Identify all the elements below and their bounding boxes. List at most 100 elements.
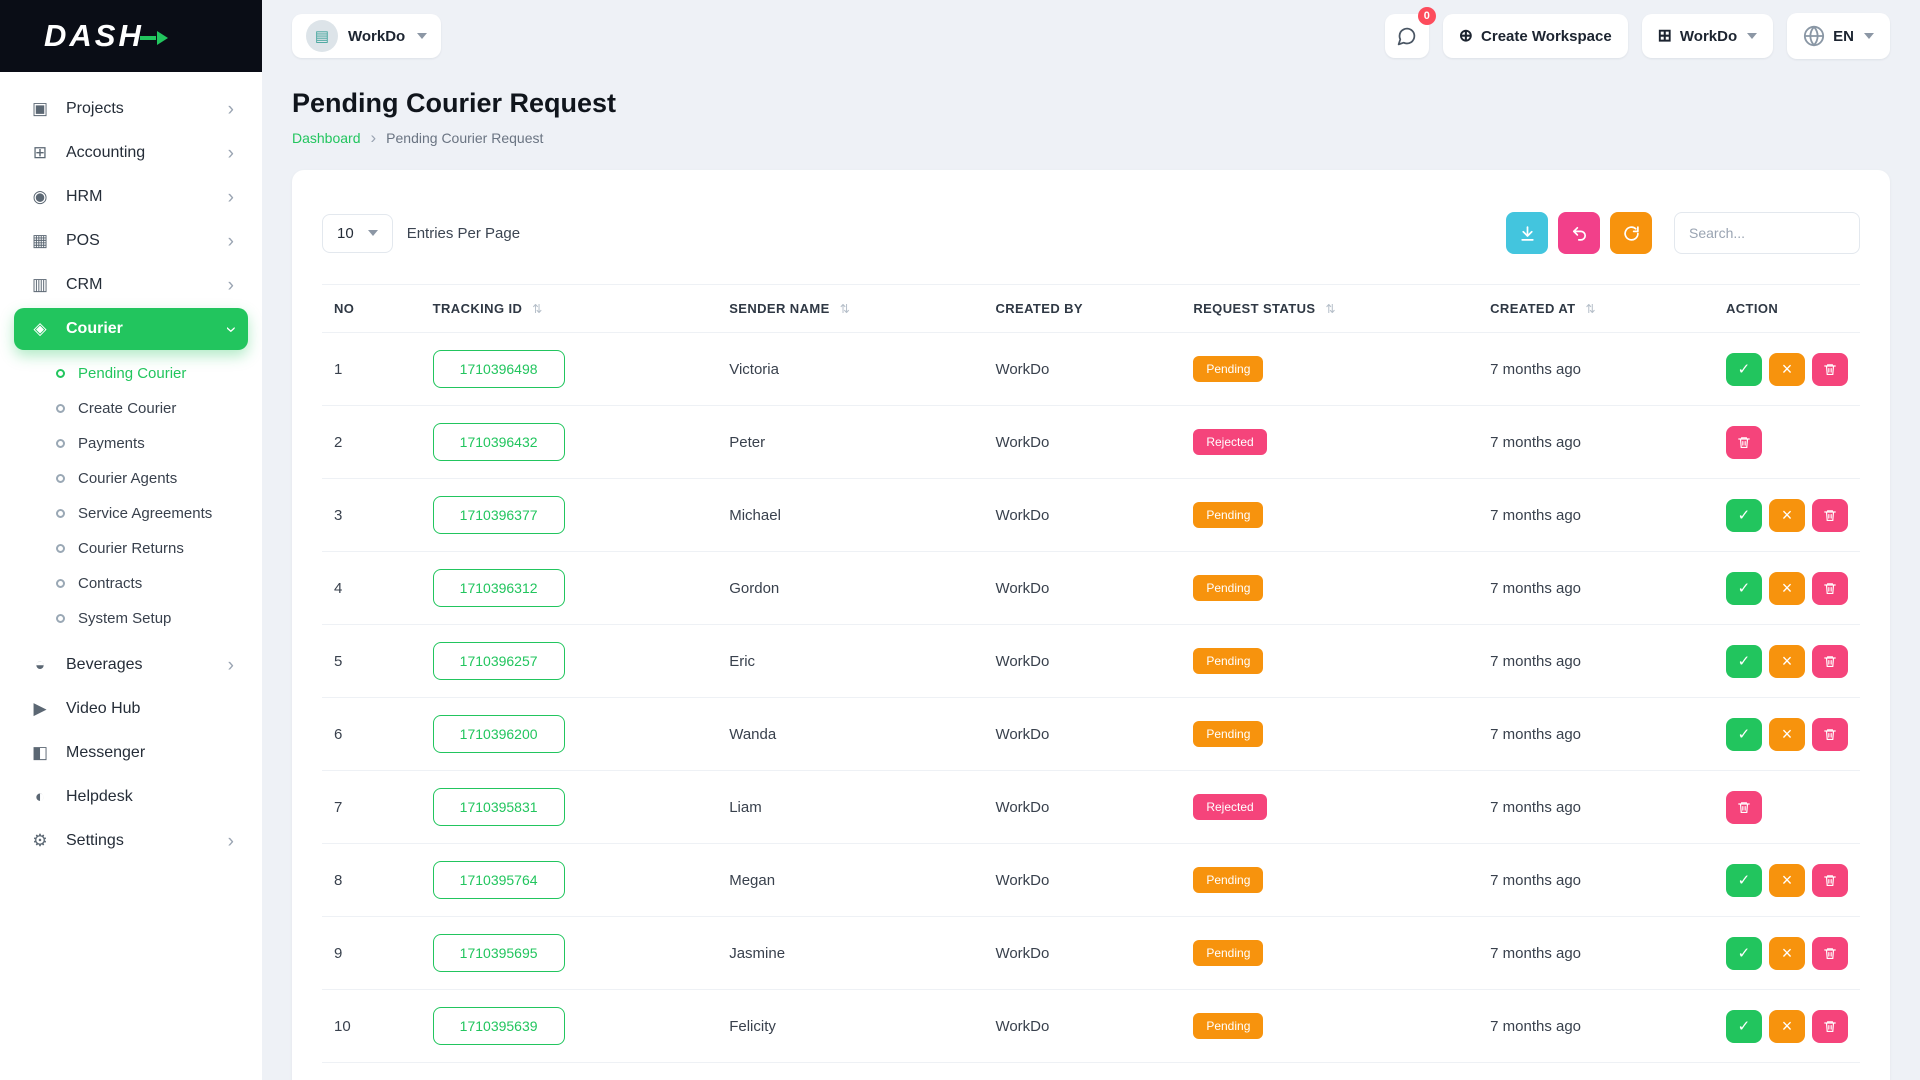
sidebar-subitem-pending-courier[interactable]: Pending Courier	[48, 356, 248, 391]
logo[interactable]: DASH	[0, 0, 262, 72]
status-badge: Rejected	[1193, 794, 1266, 820]
main-area: ▤ WorkDo 0 ⊕ Create Workspace ⊞ Work	[262, 0, 1920, 1080]
x-icon: ×	[1782, 870, 1793, 891]
created-at: 7 months ago	[1478, 990, 1714, 1063]
table-body: 1 1710396498 Victoria WorkDo Pending 7 m…	[322, 333, 1860, 1063]
delete-button[interactable]	[1812, 937, 1848, 970]
delete-button[interactable]	[1726, 791, 1762, 824]
sidebar-item-settings[interactable]: ⚙ Settings ›	[14, 820, 248, 862]
sidebar-item-helpdesk[interactable]: ◐ Helpdesk	[14, 776, 248, 818]
search-input[interactable]	[1674, 212, 1860, 254]
approve-button[interactable]: ✓	[1726, 718, 1762, 751]
subitem-label: Service Agreements	[78, 505, 212, 522]
approve-button[interactable]: ✓	[1726, 864, 1762, 897]
create-workspace-button[interactable]: ⊕ Create Workspace	[1443, 14, 1628, 58]
column-header-request-status[interactable]: REQUEST STATUS⇅	[1181, 285, 1478, 333]
approve-button[interactable]: ✓	[1726, 937, 1762, 970]
tracking-id-button[interactable]: 1710396377	[433, 496, 565, 534]
reject-button[interactable]: ×	[1769, 353, 1805, 386]
sidebar-item-pos[interactable]: ▦ POS ›	[14, 220, 248, 262]
sidebar-item-hrm[interactable]: ◉ HRM ›	[14, 176, 248, 218]
sidebar-item-video-hub[interactable]: ▶ Video Hub	[14, 688, 248, 730]
reject-button[interactable]: ×	[1769, 718, 1805, 751]
sort-icon[interactable]: ⇅	[532, 302, 542, 316]
messenger-icon: ◧	[28, 743, 52, 763]
chat-badge: 0	[1418, 7, 1436, 25]
sort-icon[interactable]: ⇅	[840, 302, 850, 316]
projects-icon: ▣	[28, 99, 52, 119]
sidebar-subitem-service-agreements[interactable]: Service Agreements	[48, 496, 248, 531]
tracking-id-button[interactable]: 1710396432	[433, 423, 565, 461]
sort-icon[interactable]: ⇅	[1325, 302, 1335, 316]
delete-button[interactable]	[1812, 1010, 1848, 1043]
export-button[interactable]	[1506, 212, 1548, 254]
row-number: 2	[322, 406, 421, 479]
bullet-icon	[56, 439, 65, 448]
delete-button[interactable]	[1812, 718, 1848, 751]
x-icon: ×	[1782, 651, 1793, 672]
created-by: WorkDo	[983, 844, 1181, 917]
tracking-id-button[interactable]: 1710396312	[433, 569, 565, 607]
sidebar-subitem-create-courier[interactable]: Create Courier	[48, 391, 248, 426]
language-selector[interactable]: EN	[1787, 13, 1890, 59]
delete-button[interactable]	[1812, 572, 1848, 605]
tracking-id-button[interactable]: 1710396257	[433, 642, 565, 680]
sidebar-subitem-courier-returns[interactable]: Courier Returns	[48, 531, 248, 566]
workspace-selector[interactable]: ▤ WorkDo	[292, 14, 441, 58]
reject-button[interactable]: ×	[1769, 572, 1805, 605]
delete-button[interactable]	[1812, 864, 1848, 897]
row-number: 3	[322, 479, 421, 552]
chat-button[interactable]: 0	[1385, 14, 1429, 58]
breadcrumb-dashboard-link[interactable]: Dashboard	[292, 130, 361, 146]
sidebar-item-courier[interactable]: ◈ Courier ›	[14, 308, 248, 350]
sort-icon[interactable]: ⇅	[1586, 302, 1596, 316]
approve-button[interactable]: ✓	[1726, 1010, 1762, 1043]
sender-name: Wanda	[717, 698, 983, 771]
sidebar-item-label: Courier	[66, 320, 214, 338]
reject-button[interactable]: ×	[1769, 864, 1805, 897]
sidebar-item-accounting[interactable]: ⊞ Accounting ›	[14, 132, 248, 174]
tracking-id-button[interactable]: 1710395764	[433, 861, 565, 899]
column-header-sender-name[interactable]: SENDER NAME⇅	[717, 285, 983, 333]
tracking-id-button[interactable]: 1710395831	[433, 788, 565, 826]
sidebar-item-messenger[interactable]: ◧ Messenger	[14, 732, 248, 774]
create-workspace-label: Create Workspace	[1481, 28, 1612, 45]
delete-button[interactable]	[1812, 645, 1848, 678]
bullet-icon	[56, 369, 65, 378]
workdo-menu-button[interactable]: ⊞ WorkDo	[1642, 14, 1773, 58]
delete-button[interactable]	[1812, 499, 1848, 532]
refresh-button[interactable]	[1610, 212, 1652, 254]
reject-button[interactable]: ×	[1769, 1010, 1805, 1043]
reject-button[interactable]: ×	[1769, 937, 1805, 970]
sidebar-subitem-contracts[interactable]: Contracts	[48, 566, 248, 601]
tracking-id-button[interactable]: 1710396498	[433, 350, 565, 388]
delete-button[interactable]	[1812, 353, 1848, 386]
reject-button[interactable]: ×	[1769, 645, 1805, 678]
tracking-id-button[interactable]: 1710395639	[433, 1007, 565, 1045]
chevron-down-icon	[1747, 33, 1757, 39]
subitem-label: Payments	[78, 435, 145, 452]
delete-button[interactable]	[1726, 426, 1762, 459]
sidebar-item-projects[interactable]: ▣ Projects ›	[14, 88, 248, 130]
chevron-right-icon: ›	[228, 656, 234, 675]
tracking-id-button[interactable]: 1710395695	[433, 934, 565, 972]
reject-button[interactable]: ×	[1769, 499, 1805, 532]
tracking-id-button[interactable]: 1710396200	[433, 715, 565, 753]
approve-button[interactable]: ✓	[1726, 645, 1762, 678]
sidebar-item-label: CRM	[66, 276, 214, 294]
sidebar-item-beverages[interactable]: ◒ Beverages ›	[14, 644, 248, 686]
sidebar-item-crm[interactable]: ▥ CRM ›	[14, 264, 248, 306]
approve-button[interactable]: ✓	[1726, 572, 1762, 605]
trash-icon	[1823, 362, 1837, 377]
entries-per-page-select[interactable]: 10	[322, 214, 393, 253]
approve-button[interactable]: ✓	[1726, 353, 1762, 386]
approve-button[interactable]: ✓	[1726, 499, 1762, 532]
sidebar-subitem-payments[interactable]: Payments	[48, 426, 248, 461]
row-actions: ✓ ×	[1726, 937, 1848, 970]
column-header-tracking-id[interactable]: TRACKING ID⇅	[421, 285, 718, 333]
table-card: 10 Entries Per Page	[292, 170, 1890, 1080]
sidebar-subitem-system-setup[interactable]: System Setup	[48, 601, 248, 636]
sidebar-subitem-courier-agents[interactable]: Courier Agents	[48, 461, 248, 496]
column-header-created-at[interactable]: CREATED AT⇅	[1478, 285, 1714, 333]
back-button[interactable]	[1558, 212, 1600, 254]
